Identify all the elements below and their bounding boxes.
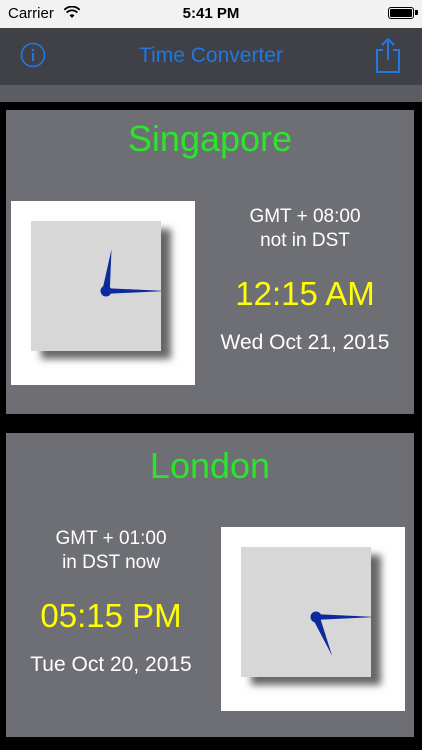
clock-face bbox=[241, 547, 371, 677]
dst-status: not in DST bbox=[260, 230, 350, 251]
clock-hands bbox=[100, 249, 161, 297]
minute-hand bbox=[313, 614, 371, 620]
city-name: Singapore bbox=[127, 118, 293, 159]
gmt-offset: GMT + 08:00 bbox=[249, 206, 361, 227]
clock-face bbox=[31, 221, 161, 351]
page-title: Time Converter bbox=[139, 44, 283, 67]
share-icon[interactable] bbox=[374, 36, 402, 74]
header-strip bbox=[0, 85, 422, 102]
digital-time: 12:15 AM bbox=[235, 275, 375, 312]
clock-hub bbox=[310, 611, 322, 623]
clock-hub bbox=[100, 285, 112, 297]
clock-hands bbox=[310, 611, 371, 656]
battery-icon bbox=[388, 7, 418, 19]
minute-hand bbox=[103, 288, 161, 294]
city-info: GMT + 01:00 in DST now 05:15 PM Tue Oct … bbox=[16, 527, 206, 677]
navigation-bar: Time Converter bbox=[0, 28, 422, 85]
city-info: GMT + 08:00 not in DST 12:15 AM Wed Oct … bbox=[210, 205, 400, 355]
dst-status: in DST now bbox=[62, 552, 160, 573]
city-name: London bbox=[149, 445, 271, 486]
digital-time: 05:15 PM bbox=[40, 597, 182, 634]
status-time: 5:41 PM bbox=[182, 5, 240, 22]
date-label: Wed Oct 21, 2015 bbox=[220, 331, 390, 354]
analog-clock bbox=[11, 201, 195, 385]
analog-clock bbox=[221, 527, 405, 711]
status-bar: Carrier 5:41 PM bbox=[0, 0, 422, 28]
gmt-offset: GMT + 01:00 bbox=[55, 528, 167, 549]
city-card-singapore: Singapore GMT + 08:00 not in DST 12:15 A… bbox=[6, 110, 414, 414]
date-label: Tue Oct 20, 2015 bbox=[30, 653, 192, 676]
city-card-london: London GMT + 01:00 in DST now 05:15 PM T… bbox=[6, 433, 414, 737]
